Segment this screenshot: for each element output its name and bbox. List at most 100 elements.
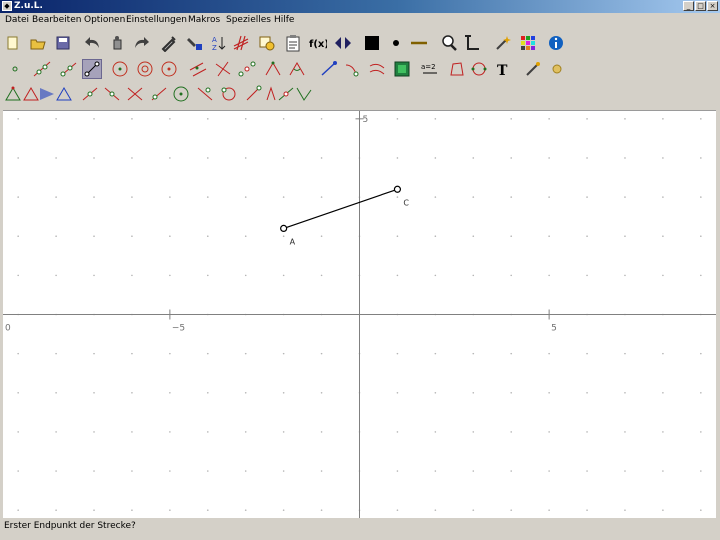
grid-dot [131,352,133,355]
perpendicular-tool-icon[interactable] [214,60,232,78]
expression-tool-icon[interactable]: a=2 [421,60,439,78]
circle-op-tool-icon[interactable] [172,85,190,103]
minimize-button[interactable]: _ [683,1,694,11]
grid-dot [396,391,399,394]
black-square-icon[interactable] [363,34,381,52]
clipboard-icon[interactable] [284,34,302,52]
line-style-icon[interactable] [410,34,428,52]
circle-three-points-tool-icon[interactable] [160,60,178,78]
grid-dot [472,391,475,394]
grid-dot [548,274,550,277]
arrows-lr-icon[interactable] [334,34,352,52]
maximize-button[interactable]: □ [695,1,706,11]
film-tool-icon[interactable] [393,60,411,78]
coordinate-graph[interactable]: −5 5 5 0 A C [3,111,716,518]
copy-tool-icon[interactable] [258,34,276,52]
angle-tool-icon[interactable] [264,60,282,78]
segment-tool-icon[interactable] [82,59,102,79]
menu-spezielles[interactable]: Spezielles [226,13,271,27]
translate-tool-2-icon[interactable] [295,85,313,103]
open-file-icon[interactable] [29,34,47,52]
grid-dot [169,274,171,277]
grid-dot [244,157,247,159]
info-icon[interactable] [547,34,565,52]
grid-dot [206,274,209,277]
grid-dot [17,274,19,277]
edit-tool-icon[interactable] [160,34,178,52]
point-tool-icon[interactable] [6,60,24,78]
triangle-tool-6-icon[interactable] [103,85,121,103]
grid-dot [586,196,588,198]
menu-optionen[interactable]: Optionen [84,13,125,27]
grid-dot [586,352,588,355]
triangle-tool-5-icon[interactable] [81,85,99,103]
triangle-tool-7-icon[interactable] [126,85,144,103]
line-tool-icon[interactable] [33,60,51,78]
translate-tool-1-icon[interactable] [277,85,295,103]
grid-dot [93,274,95,277]
circle-tool-icon[interactable] [111,60,129,78]
grid-dot [55,274,57,277]
app-icon[interactable]: ◆ [2,1,12,11]
grid-dot [169,470,171,472]
grid-dot [244,470,247,472]
close-button[interactable]: × [707,1,718,11]
magic-wand-icon[interactable] [494,34,512,52]
grid-dot [396,118,399,120]
menu-hilfe[interactable]: Hilfe [274,13,294,27]
redo-icon[interactable] [132,34,150,52]
grid-hide-icon[interactable] [232,34,250,52]
label-tool-icon[interactable] [548,60,566,78]
triangle-tool-3-icon[interactable] [38,85,56,103]
reflect-tool-1-icon[interactable] [196,85,214,103]
conic-tool-icon[interactable] [470,60,488,78]
triangle-tool-4-icon[interactable] [55,85,73,103]
save-file-icon[interactable] [54,34,72,52]
menu-datei[interactable]: Datei [5,13,29,27]
grid-dot [17,352,19,355]
grid-dot [93,509,95,511]
grid-dot [169,118,171,120]
move-tool-icon[interactable] [320,60,338,78]
axes-tool-icon[interactable] [462,34,480,52]
grid-dot [434,509,437,511]
point-style-icon[interactable] [387,34,405,52]
reflect-tool-2-icon[interactable] [220,85,238,103]
midpoint-tool-icon[interactable] [238,60,256,78]
grid-dot [700,470,702,472]
sort-tool-icon[interactable]: AZ [209,34,227,52]
color-palette-icon[interactable] [519,34,537,52]
function-icon[interactable]: f(x) [309,34,327,52]
rotate-tool-1-icon[interactable] [244,85,262,103]
grid-dot [282,470,285,472]
grid-dot [55,157,57,159]
trace-tool-icon[interactable] [344,60,362,78]
ray-tool-icon[interactable] [59,60,77,78]
menu-makros[interactable]: Makros [188,13,220,27]
triangle-tool-1-icon[interactable] [4,85,22,103]
circle-fixed-tool-icon[interactable] [136,60,154,78]
text-tool-icon[interactable]: T [494,60,512,78]
grid-dot [510,391,513,394]
grid-dot [700,352,702,355]
grid-dot [548,352,550,355]
grid-dot [282,196,285,198]
polygon-tool-icon[interactable] [447,60,465,78]
parallel-tool-icon[interactable] [189,60,207,78]
menu-bearbeiten[interactable]: Bearbeiten [32,13,81,27]
triangle-tool-8-icon[interactable] [150,85,168,103]
undo-icon[interactable] [84,34,102,52]
color-tool-icon[interactable] [186,34,204,52]
angle-fixed-tool-icon[interactable] [288,60,306,78]
hide-tool-icon[interactable] [524,60,542,78]
zoom-tool-icon[interactable] [440,34,458,52]
new-file-icon[interactable] [4,34,22,52]
animate-tool-icon[interactable] [368,60,386,78]
grid-dot [55,431,57,433]
delete-icon[interactable] [108,34,126,52]
grid-dot [700,509,702,511]
grid-dot [93,470,95,472]
drawing-canvas[interactable]: −5 5 5 0 A C [3,110,716,518]
title-bar: ◆ Z.u.L. _ □ × [0,0,720,13]
menu-einstellungen[interactable]: Einstellungen [126,13,187,27]
